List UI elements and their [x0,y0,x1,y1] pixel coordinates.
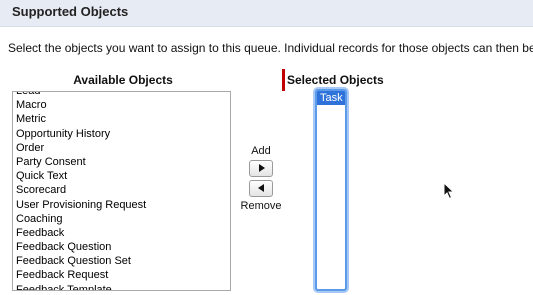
move-controls: Add Remove [238,145,284,212]
queue-supported-objects-page: Supported Objects Select the objects you… [0,0,533,295]
available-object-option[interactable]: Coaching [13,212,230,226]
remove-button[interactable] [249,180,273,197]
available-object-option[interactable]: Quick Text [13,169,230,183]
available-object-option[interactable]: Feedback Template [13,283,230,290]
arrow-right-icon [259,164,265,172]
available-object-option[interactable]: Opportunity History [13,127,230,141]
add-button[interactable] [249,160,273,177]
available-object-option[interactable]: User Provisioning Request [13,198,230,212]
remove-label: Remove [240,200,282,212]
section-header: Supported Objects [0,0,533,27]
available-object-option[interactable]: Macro [13,98,230,112]
selected-objects-heading: Selected Objects [287,73,384,87]
required-indicator [282,69,285,91]
available-object-option[interactable]: Feedback Question Set [13,254,230,268]
instructions-text: Select the objects you want to assign to… [8,41,533,55]
available-object-option[interactable]: Metric [13,112,230,126]
available-object-option[interactable]: Feedback Request [13,268,230,282]
available-object-option[interactable]: Party Consent [13,155,230,169]
mouse-pointer-icon [443,182,455,200]
available-object-option[interactable]: Scorecard [13,183,230,197]
available-object-option[interactable]: Lead [13,92,230,98]
available-object-option[interactable]: Feedback [13,226,230,240]
section-title: Supported Objects [12,4,129,19]
available-object-option[interactable]: Feedback Question [13,240,230,254]
selected-objects-list[interactable]: Task [315,89,347,291]
add-label: Add [251,145,271,157]
selected-object-option[interactable]: Task [317,91,345,105]
available-objects-heading: Available Objects [73,73,173,87]
available-objects-list[interactable]: Lead Macro Metric Opportunity History Order P… [12,91,231,291]
available-object-option[interactable]: Order [13,141,230,155]
arrow-left-icon [258,184,264,192]
